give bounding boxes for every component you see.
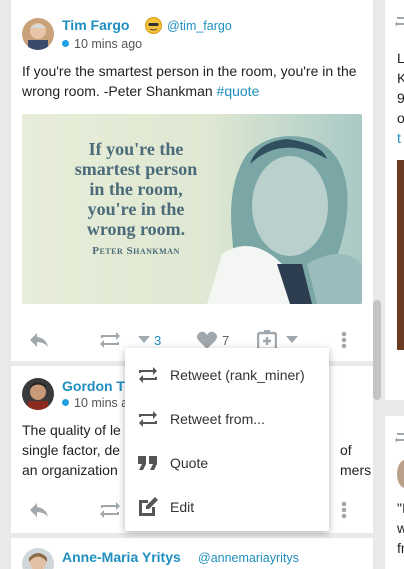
menu-item-label: Retweet from... — [170, 411, 265, 427]
reply-button[interactable] — [28, 495, 50, 525]
more-vertical-icon — [341, 331, 347, 349]
image-quote-line: you're in the — [87, 199, 185, 219]
feed-scrollbar[interactable] — [373, 300, 381, 400]
tweet-card: Tim Fargo @tim_fargo 10 mins ago If you'… — [11, 0, 373, 361]
retweet-button[interactable] — [98, 495, 122, 525]
retweet-icon — [136, 363, 160, 387]
right-column-card: "I w fr — [385, 416, 404, 569]
heart-icon — [196, 331, 218, 350]
tweet-text-line-end: of — [340, 442, 352, 458]
menu-item-edit[interactable]: Edit — [125, 485, 329, 529]
reply-icon — [28, 331, 50, 349]
tweet-text: If you're the smartest person in the roo… — [22, 61, 364, 101]
time-label: 10 mins ago — [74, 37, 143, 51]
author-name[interactable]: Tim Fargo — [62, 17, 129, 33]
chevron-down-icon — [138, 336, 150, 344]
retweet-icon — [136, 407, 160, 431]
like-count: 7 — [222, 332, 230, 348]
image-quote-author: Peter Shankman — [92, 245, 180, 257]
reply-button[interactable] — [28, 325, 50, 355]
tweet-body: If you're the smartest person in the roo… — [22, 63, 357, 99]
right-column-card: L K 9 o t — [385, 0, 404, 400]
right-column-text: w — [397, 520, 404, 536]
right-column-text: "I — [397, 500, 404, 516]
right-column-image[interactable] — [397, 160, 404, 350]
retweet-icon — [98, 500, 122, 520]
time-label: 10 mins a — [74, 396, 129, 410]
menu-item-label: Quote — [170, 455, 209, 471]
retweet-count: 3 — [154, 332, 162, 348]
tweet-image[interactable]: If you're the smartest person in the roo… — [22, 114, 362, 304]
tweet-text-line: an organization — [22, 462, 118, 478]
menu-item-retweet-account[interactable]: Retweet (rank_miner) — [125, 353, 329, 397]
edit-icon — [136, 495, 160, 519]
tweet-time: 10 mins a — [62, 396, 128, 410]
image-quote: If you're the smartest person in the roo… — [36, 139, 236, 261]
author-handle[interactable]: @tim_fargo — [167, 19, 232, 33]
menu-item-label: Edit — [170, 499, 195, 515]
add-box-icon — [257, 330, 277, 350]
tweet-text-line-end: mers — [340, 462, 372, 478]
emoji-icon — [145, 17, 162, 34]
image-quote-line: smartest person — [74, 159, 198, 179]
author-name[interactable]: Gordon T — [62, 378, 125, 394]
more-vertical-icon — [341, 501, 347, 519]
reply-icon — [28, 501, 50, 519]
right-column-text: K — [397, 70, 404, 86]
right-column-text: 9 — [397, 90, 404, 106]
image-quote-line: wrong room. — [86, 219, 186, 239]
tweet-card: Anne-Maria Yritys @annemariayritys — [11, 538, 373, 569]
right-column-text: L — [397, 50, 404, 66]
tweet-text-line: single factor, de — [22, 442, 121, 458]
right-column-link[interactable]: t — [397, 128, 401, 148]
retweet-icon — [395, 14, 404, 33]
right-column-text: fr — [397, 540, 404, 556]
more-options-button[interactable] — [341, 495, 347, 525]
menu-item-retweet-from[interactable]: Retweet from... — [125, 397, 329, 441]
image-quote-line: in the room, — [89, 179, 183, 199]
retweet-icon — [98, 330, 122, 350]
author-handle[interactable]: @annemariayritys — [198, 551, 299, 565]
hashtag-link[interactable]: #quote — [217, 83, 260, 99]
avatar[interactable] — [22, 18, 54, 50]
tweet-time: 10 mins ago — [62, 37, 142, 51]
online-dot — [62, 40, 69, 47]
avatar[interactable] — [22, 378, 54, 410]
retweet-button[interactable] — [98, 325, 122, 355]
retweet-icon — [395, 430, 404, 449]
retweet-dropdown-menu: Retweet (rank_miner) Retweet from... Quo… — [125, 348, 329, 531]
quote-icon — [136, 451, 160, 475]
avatar[interactable] — [397, 460, 404, 488]
right-column-text: o — [397, 110, 404, 126]
menu-item-quote[interactable]: Quote — [125, 441, 329, 485]
menu-item-label: Retweet (rank_miner) — [170, 367, 305, 383]
image-quote-line: If you're the — [88, 139, 184, 159]
author-name[interactable]: Anne-Maria Yritys — [62, 549, 181, 565]
chevron-down-icon — [286, 336, 298, 344]
avatar[interactable] — [22, 548, 54, 569]
online-dot — [62, 399, 69, 406]
more-options-button[interactable] — [341, 325, 347, 355]
